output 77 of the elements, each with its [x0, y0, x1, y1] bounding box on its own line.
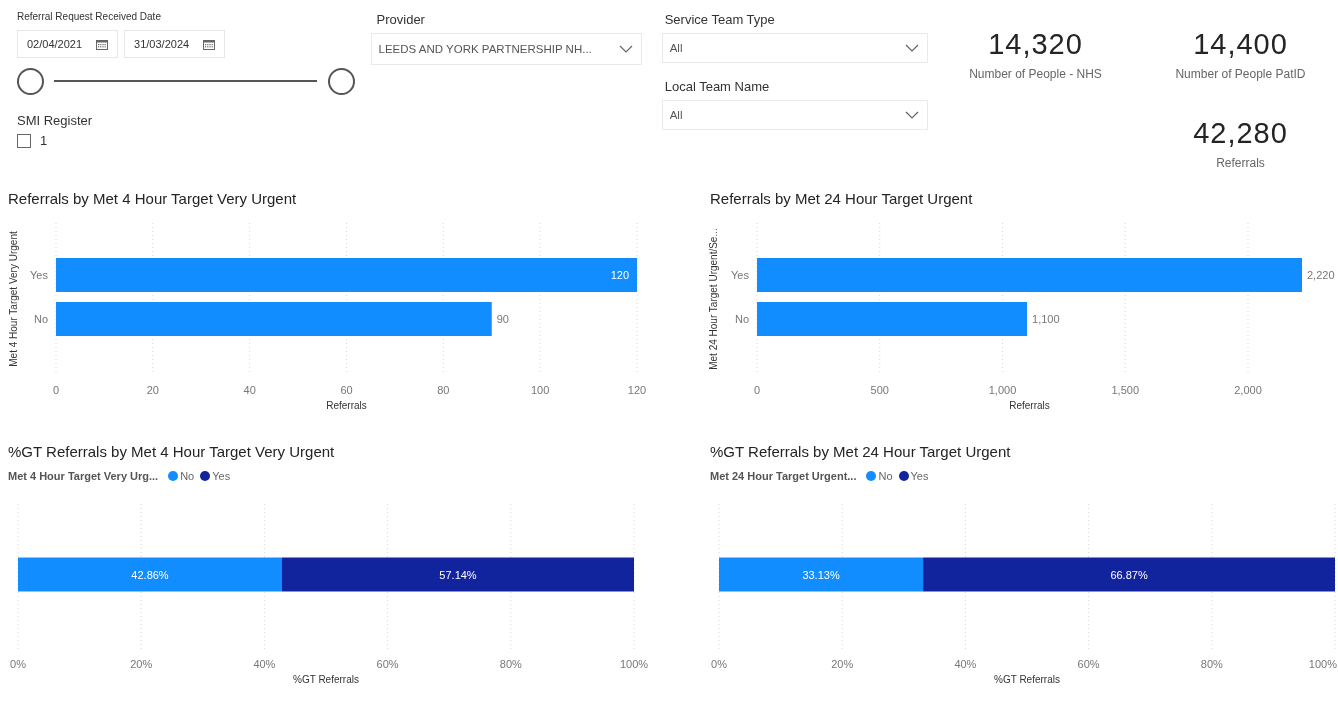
- chevron-down-icon: [905, 111, 919, 119]
- data-label: 66.87%: [1110, 568, 1148, 581]
- category-label: No: [734, 313, 749, 325]
- axis-tick-label: 20%: [831, 658, 854, 670]
- slicer-title: SMI Register: [17, 113, 94, 128]
- axis-tick-label: 100%: [619, 658, 649, 670]
- axis-tick-label: 60%: [376, 658, 399, 670]
- axis-tick-label: 80%: [499, 658, 522, 670]
- axis-tick-label: 1,500: [1111, 384, 1139, 396]
- dropdown[interactable]: All: [661, 100, 928, 130]
- chart-title: Referrals by Met 24 Hour Target Urgent: [709, 189, 974, 209]
- axis-tick-label: 80: [437, 384, 450, 396]
- axis-tick-label: 100: [531, 384, 550, 396]
- chart-title: %GT Referrals by Met 4 Hour Target Very Urgent: [7, 442, 336, 462]
- axis-tick-label: 2,000: [1234, 384, 1262, 396]
- kpi-value: 14,400: [1193, 28, 1288, 61]
- chart-title: Referrals by Met 4 Hour Target Very Urgent: [7, 189, 298, 209]
- slider-thumb[interactable]: [17, 68, 44, 95]
- axis-tick-label: 40%: [954, 658, 977, 670]
- data-label: 57.14%: [439, 568, 477, 581]
- kpi-label: Number of People PatID: [1175, 67, 1306, 81]
- data-label: 1,100: [1032, 313, 1060, 325]
- slicer-title: Provider: [376, 12, 426, 27]
- slicer-title: Service Team Type: [664, 12, 776, 27]
- calendar-icon: [96, 38, 109, 50]
- axis-tick-label: 100%: [1308, 658, 1337, 670]
- date-field[interactable]: 02/04/2021: [17, 30, 119, 58]
- dropdown[interactable]: LEEDS AND YORK PARTNERSHIP NH...: [370, 33, 642, 65]
- dropdown[interactable]: All: [661, 33, 928, 63]
- category-label: Yes: [731, 269, 749, 281]
- axis-title: %GT Referrals: [293, 674, 359, 685]
- legend-label: No: [180, 470, 195, 482]
- axis-title: Met 4 Hour Target Very Urgent: [8, 231, 19, 367]
- axis-title: Referrals: [1009, 400, 1050, 411]
- axis-tick-label: 1,000: [988, 384, 1017, 396]
- data-label: 42.86%: [131, 568, 169, 581]
- chart-title: %GT Referrals by Met 24 Hour Target Urgent: [709, 442, 1012, 462]
- date-field[interactable]: 31/03/2024: [124, 30, 226, 58]
- data-label: 120: [610, 269, 629, 281]
- checkbox-label: 1: [40, 133, 48, 148]
- axis-title: Referrals: [326, 400, 367, 411]
- axis-tick-label: 60%: [1077, 658, 1100, 670]
- axis-title: Met 24 Hour Target Urgent/Se...: [708, 228, 719, 370]
- kpi-label: Referrals: [1216, 156, 1265, 170]
- axis-tick-label: 60: [340, 384, 353, 396]
- slicer-title: Referral Request Received Date: [17, 11, 162, 22]
- axis-tick-label: 20%: [130, 658, 153, 670]
- legend-label: Yes: [212, 470, 231, 482]
- legend-label: Yes: [910, 470, 929, 482]
- slider-thumb[interactable]: [327, 68, 355, 95]
- checkbox[interactable]: [17, 133, 31, 148]
- axis-tick-label: 40%: [253, 658, 276, 670]
- axis-tick-label: 80%: [1200, 658, 1223, 670]
- category-label: No: [33, 313, 48, 325]
- axis-title: %GT Referrals: [994, 674, 1060, 685]
- axis-tick-label: 40: [243, 384, 256, 396]
- legend-title: Met 4 Hour Target Very Urg...: [8, 470, 159, 482]
- kpi-value: 42,280: [1193, 117, 1288, 150]
- calendar-icon: [203, 38, 216, 50]
- axis-tick-label: 20: [146, 384, 159, 396]
- axis-tick-label: 0: [52, 384, 60, 396]
- axis-tick-label: 500: [870, 384, 889, 396]
- slicer-title: Local Team Name: [664, 79, 771, 94]
- kpi-label: Number of People - NHS: [969, 67, 1102, 81]
- axis-tick-label: 0%: [10, 658, 26, 670]
- legend-label: No: [878, 470, 893, 482]
- data-label: 90: [496, 313, 509, 325]
- chevron-down-icon: [618, 45, 633, 53]
- data-label: 33.13%: [802, 568, 840, 581]
- axis-tick-label: 0: [753, 384, 761, 396]
- data-label: 2,220: [1307, 269, 1335, 281]
- axis-tick-label: 120: [627, 384, 647, 396]
- chevron-down-icon: [905, 44, 919, 52]
- axis-tick-label: 0%: [711, 658, 727, 670]
- category-label: Yes: [30, 269, 48, 281]
- kpi-value: 14,320: [988, 28, 1083, 61]
- legend-title: Met 24 Hour Target Urgent...: [710, 470, 857, 482]
